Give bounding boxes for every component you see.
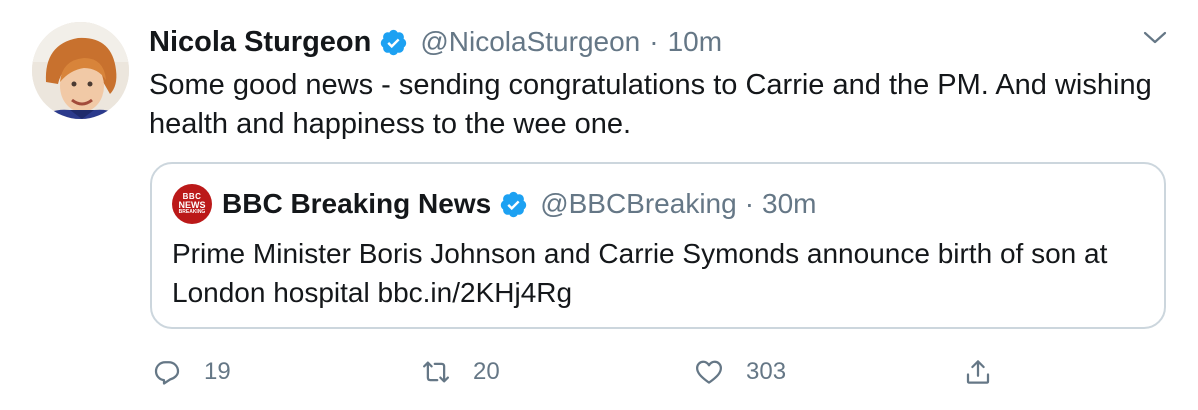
quoted-avatar-line-3: BREAKING: [178, 209, 206, 215]
tweet[interactable]: Nicola Sturgeon @NicolaSturgeon · 10m So…: [0, 0, 1198, 410]
quoted-header-separator: ·: [744, 188, 755, 219]
quoted-author-name: BBC Breaking News: [222, 188, 492, 219]
avatar[interactable]: [32, 22, 129, 119]
reply-button[interactable]: 19: [152, 350, 231, 394]
quoted-tweet-text: Prime Minister Boris Johnson and Carrie …: [172, 238, 1108, 308]
share-button[interactable]: [963, 350, 993, 394]
header-separator: ·: [649, 26, 659, 57]
reply-count: 19: [204, 358, 231, 385]
chevron-down-icon[interactable]: [1142, 28, 1168, 48]
quoted-author-handle: @BBCBreaking: [540, 188, 737, 219]
share-icon: [966, 360, 990, 384]
reply-icon: [154, 361, 180, 385]
retweet-button[interactable]: 20: [421, 350, 500, 394]
tweet-time[interactable]: 10m: [668, 26, 722, 58]
tweet-text: Some good news - sending congratulations…: [149, 69, 1152, 140]
like-count: 303: [746, 358, 787, 385]
retweet-count: 20: [473, 358, 500, 385]
quoted-tweet-header: BBC NEWS BREAKING BBC Breaking News @BBC…: [172, 184, 817, 224]
like-button[interactable]: 303: [694, 350, 786, 394]
author-handle[interactable]: @NicolaSturgeon: [420, 26, 640, 58]
avatar-image: [32, 22, 129, 119]
verified-badge-icon: [500, 191, 527, 217]
quoted-tweet[interactable]: BBC NEWS BREAKING BBC Breaking News @BBC…: [150, 162, 1166, 329]
heart-icon: [696, 360, 722, 384]
verified-badge-icon: [381, 29, 407, 55]
quoted-tweet-time: 30m: [762, 188, 817, 219]
retweet-icon: [423, 361, 449, 383]
quoted-avatar: BBC NEWS BREAKING: [172, 184, 212, 224]
tweet-header: Nicola Sturgeon @NicolaSturgeon · 10m: [149, 22, 722, 62]
author-name[interactable]: Nicola Sturgeon: [149, 26, 371, 59]
action-bar: 19 20 303: [0, 350, 1198, 394]
